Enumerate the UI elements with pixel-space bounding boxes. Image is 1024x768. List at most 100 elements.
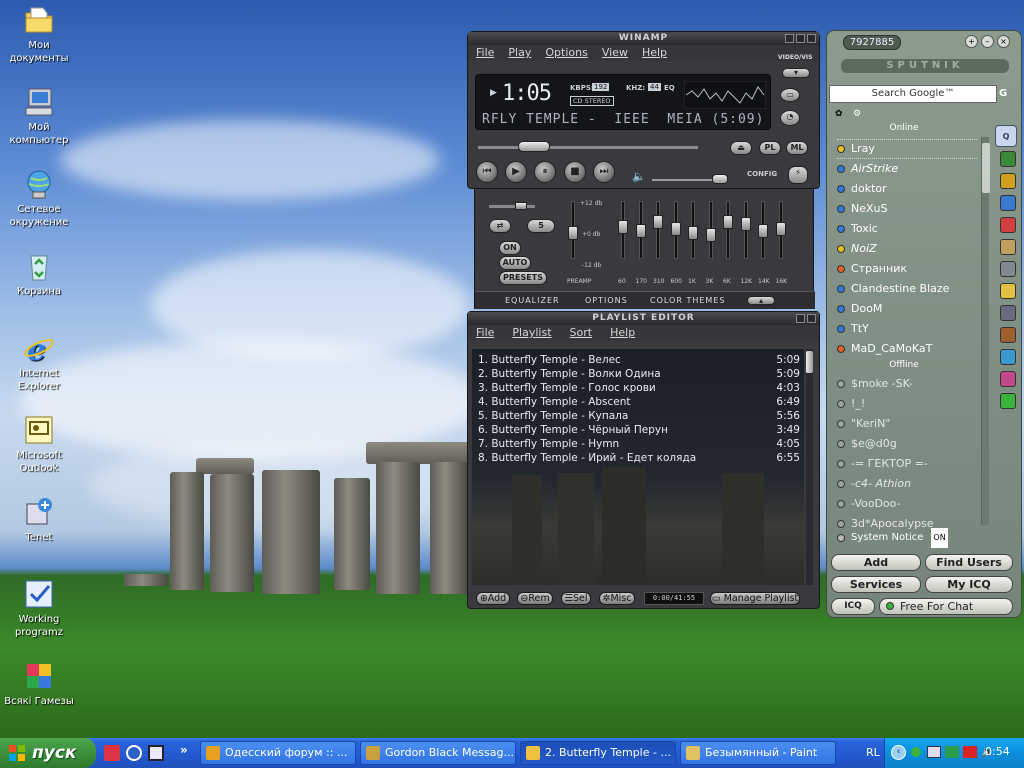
ati-tray-icon[interactable] <box>963 746 977 758</box>
side-toolbar-app-icon[interactable] <box>1000 261 1016 277</box>
media-library-toggle-button[interactable]: ML <box>786 141 808 155</box>
winamp-menu-view[interactable]: View <box>602 45 628 61</box>
side-toolbar-app-icon[interactable] <box>1000 349 1016 365</box>
contact-item[interactable]: TtY <box>837 319 869 339</box>
winamp-menu-help[interactable]: Help <box>642 45 667 61</box>
playlist-track-area[interactable]: 1. Butterfly Temple - Велес 5:09 2. Butter… <box>472 349 804 585</box>
elapsed-time[interactable]: 1:05 <box>502 81 552 106</box>
eq-band-slider[interactable] <box>705 201 716 259</box>
contact-item[interactable]: Странник <box>837 259 907 279</box>
eq-band-thumb[interactable] <box>723 215 733 229</box>
comment-icon[interactable]: ▭ <box>780 88 800 102</box>
song-marquee[interactable]: RFLY TEMPLE - IEEE MEIA (5:09) <box>482 112 764 127</box>
desktop-icon-outlook[interactable]: Microsoft Outlook <box>0 414 79 475</box>
desktop-icon-my-computer[interactable]: Мой компьютер <box>0 86 79 147</box>
eq-band-slider[interactable] <box>688 201 698 259</box>
contact-item[interactable]: Lray <box>837 139 977 159</box>
plus-icon[interactable]: + <box>965 35 978 48</box>
close-icon[interactable]: × <box>997 35 1010 48</box>
side-toolbar-app-icon[interactable] <box>1000 173 1016 189</box>
balance-thumb[interactable] <box>515 202 527 210</box>
preamp-thumb[interactable] <box>568 226 578 240</box>
contact-item-offline[interactable]: $moke -SK- <box>837 374 913 394</box>
pause-button[interactable]: ⏸ <box>534 161 556 183</box>
eq-band-slider[interactable] <box>618 201 628 259</box>
app-tray-icon[interactable] <box>945 746 959 758</box>
desktop-icon-internet-explorer[interactable]: e Internet Explorer <box>0 332 79 393</box>
quicklaunch-ie-icon[interactable] <box>126 745 142 761</box>
playlist-row[interactable]: 7. Butterfly Temple - Hymn 4:05 <box>472 437 804 451</box>
contact-item[interactable]: doktor <box>837 179 887 199</box>
icq-tray-icon[interactable] <box>911 747 921 757</box>
counter-icon[interactable]: ◔ <box>780 110 800 126</box>
quick-tab-icon[interactable]: Q <box>995 125 1017 147</box>
playlist-row[interactable]: 1. Butterfly Temple - Велес 5:09 <box>472 353 804 367</box>
contact-item-offline[interactable]: -VooDoo- <box>837 494 901 514</box>
icq-services-button[interactable]: Services <box>831 576 921 593</box>
side-toolbar-app-icon[interactable] <box>1000 239 1016 255</box>
contact-item-offline[interactable]: -c4- Athion <box>837 474 911 494</box>
eq-collapse-button[interactable]: ▴ <box>747 296 775 305</box>
desktop-icon-tenet[interactable]: Tenet <box>0 496 79 544</box>
eq-band-thumb[interactable] <box>653 215 663 229</box>
contact-item[interactable]: Toxic <box>837 219 878 239</box>
seek-thumb[interactable] <box>518 141 550 152</box>
icq-menu-button[interactable]: ICQ <box>831 598 875 615</box>
shade-button[interactable] <box>796 34 805 43</box>
system-notice-item[interactable]: System Notice ON <box>837 528 948 548</box>
config-label[interactable]: CONFIG <box>747 170 777 178</box>
contact-item-offline[interactable]: -= ГЕКТОР =- <box>837 454 928 474</box>
eq-band-slider[interactable] <box>635 201 646 259</box>
eq-band-thumb[interactable] <box>740 217 751 231</box>
tab-color-themes[interactable]: COLOR THEMES <box>650 296 725 305</box>
seek-bar[interactable] <box>478 146 698 149</box>
visualizer-oscilloscope[interactable] <box>684 81 766 109</box>
eq-band-thumb[interactable] <box>635 224 646 238</box>
network-tray-icon[interactable] <box>927 746 941 758</box>
taskbar-item-messenger[interactable]: Gordon Black Messag... <box>360 741 516 765</box>
eq-band-slider[interactable] <box>740 201 751 259</box>
clock[interactable]: 0:54 <box>985 745 1010 758</box>
manage-playlist-button[interactable]: ▭ Manage Playlist <box>710 592 800 605</box>
playlist-remove-button[interactable]: ⊖Rem <box>517 592 553 605</box>
desktop-icon-games[interactable]: Всякі Гамезы <box>0 660 79 708</box>
playlist-row[interactable]: 4. Butterfly Temple - Abscent 6:49 <box>472 395 804 409</box>
tab-options[interactable]: OPTIONS <box>585 296 628 305</box>
eq-band-slider[interactable] <box>653 201 663 259</box>
side-toolbar-app-icon[interactable] <box>1000 151 1016 167</box>
contact-list-scroll-thumb[interactable] <box>982 143 990 193</box>
eq-presets-button[interactable]: PRESETS <box>499 271 547 285</box>
quick-launch-expand-icon[interactable]: » <box>180 743 188 757</box>
eject-button[interactable]: ⏏ <box>730 141 752 155</box>
language-indicator[interactable]: RL <box>866 746 880 759</box>
playlist-menu-playlist[interactable]: Playlist <box>512 325 551 341</box>
desktop-icon-my-documents[interactable]: Мои документы <box>0 4 79 65</box>
flower-status-icon[interactable]: ✿ <box>835 109 843 119</box>
contact-list-scrollbar[interactable] <box>981 137 990 525</box>
shuffle-icon[interactable]: ⇄ <box>489 219 511 233</box>
offline-group-header[interactable]: Offline <box>829 360 979 370</box>
video-vis-dropdown-button[interactable]: ▾ <box>782 68 810 78</box>
settings-icon[interactable]: ⚙ <box>853 109 861 119</box>
google-search-bar[interactable]: Search Google™ <box>829 85 997 103</box>
contact-item[interactable]: MaD_CaMoKaT <box>837 339 932 359</box>
playlist-row[interactable]: 8. Butterfly Temple - Ирий - Едет коляда… <box>472 451 804 465</box>
icq-status-button[interactable]: Free For Chat <box>879 598 1013 615</box>
playlist-select-button[interactable]: ☰Sel <box>561 592 591 605</box>
contact-item-offline[interactable]: "KeriN" <box>837 414 890 434</box>
desktop-icon-working-programz[interactable]: Working programz <box>0 578 79 639</box>
shade-button[interactable] <box>796 314 805 323</box>
side-toolbar-app-icon[interactable] <box>1000 393 1016 409</box>
playlist-row[interactable]: 6. Butterfly Temple - Чёрный Перун 3:49 <box>472 423 804 437</box>
icq-add-button[interactable]: Add <box>831 554 921 571</box>
volume-thumb[interactable] <box>712 174 728 184</box>
playlist-row[interactable]: 5. Butterfly Temple - Купала 5:56 <box>472 409 804 423</box>
quicklaunch-app-icon[interactable] <box>104 745 120 761</box>
eq-band-slider[interactable] <box>758 201 768 259</box>
playlist-scroll-thumb[interactable] <box>806 351 813 373</box>
icq-find-users-button[interactable]: Find Users <box>925 554 1013 571</box>
playlist-scrollbar[interactable] <box>806 349 813 585</box>
eq-band-thumb[interactable] <box>688 226 698 240</box>
playlist-row[interactable]: 3. Butterfly Temple - Голос крови 4:03 <box>472 381 804 395</box>
desktop-icon-recycle-bin[interactable]: Корзина <box>0 250 79 298</box>
